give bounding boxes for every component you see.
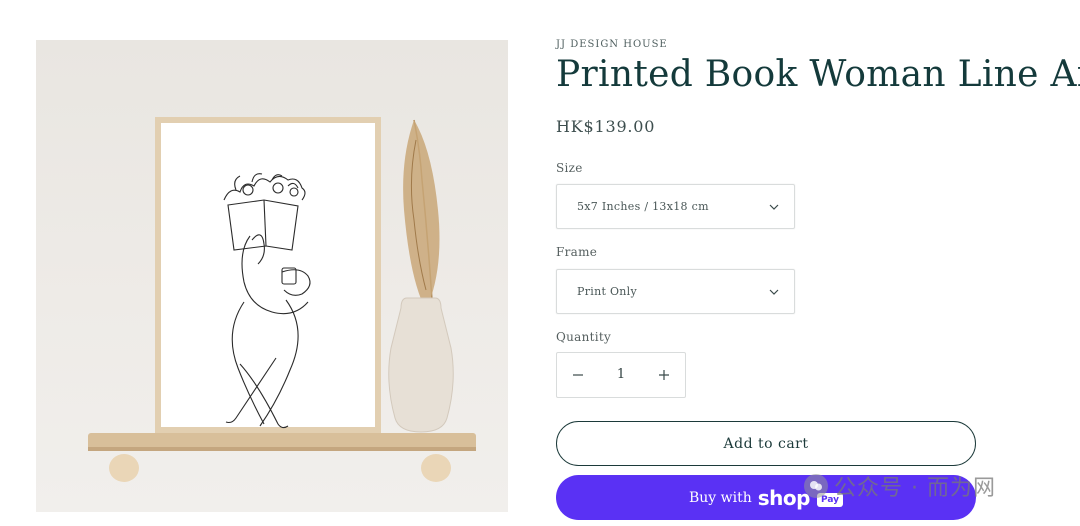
pampas-grass bbox=[403, 119, 440, 310]
plus-icon bbox=[659, 370, 669, 380]
add-to-cart-button[interactable]: Add to cart bbox=[556, 421, 976, 466]
product-image[interactable] bbox=[36, 40, 508, 512]
chevron-down-icon bbox=[769, 289, 779, 295]
size-label: Size bbox=[556, 161, 583, 175]
increase-quantity-button[interactable] bbox=[643, 353, 685, 397]
product-title: Printed Book Woman Line Art bbox=[556, 54, 1080, 95]
minus-icon bbox=[573, 374, 583, 376]
ceramic-vase bbox=[388, 297, 454, 433]
product-price: HK$139.00 bbox=[556, 117, 656, 136]
frame-select-value: Print Only bbox=[577, 285, 638, 298]
size-select[interactable]: 5x7 Inches / 13x18 cm bbox=[556, 184, 795, 229]
shop-logo-text: shop bbox=[757, 485, 811, 510]
shelf-peg-right bbox=[421, 454, 451, 482]
vendor-name: JJ DESIGN HOUSE bbox=[556, 39, 668, 50]
quantity-input[interactable]: 1 bbox=[599, 367, 643, 382]
buy-with-label: Buy with bbox=[688, 489, 752, 506]
framed-line-art-photo bbox=[88, 117, 476, 482]
watermark-text: 公众号 · 而为网 bbox=[834, 476, 996, 501]
shelf-peg-left bbox=[109, 454, 139, 482]
quantity-stepper: 1 bbox=[556, 352, 686, 398]
chevron-down-icon bbox=[769, 204, 779, 210]
quantity-label: Quantity bbox=[556, 330, 612, 344]
decrease-quantity-button[interactable] bbox=[557, 353, 599, 397]
wechat-icon bbox=[804, 474, 828, 498]
frame-label: Frame bbox=[556, 245, 598, 259]
size-select-value: 5x7 Inches / 13x18 cm bbox=[577, 200, 709, 213]
watermark: 公众号 · 而为网 bbox=[804, 470, 996, 502]
frame-select[interactable]: Print Only bbox=[556, 269, 795, 314]
